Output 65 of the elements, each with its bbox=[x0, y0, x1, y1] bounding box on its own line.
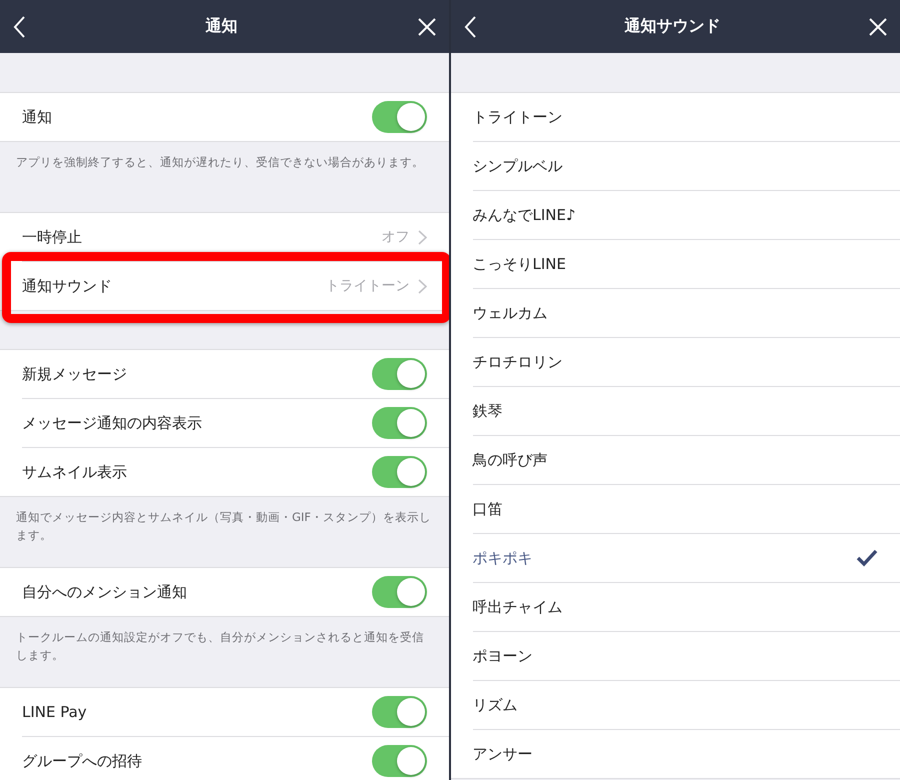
option-row[interactable]: アンサー bbox=[472, 730, 900, 778]
toggle-switch[interactable] bbox=[372, 576, 426, 608]
checkmark-icon bbox=[856, 549, 878, 567]
close-icon bbox=[868, 16, 888, 36]
option-row[interactable]: 口笛 bbox=[472, 485, 900, 534]
settings-row[interactable]: 一時停止 オフ bbox=[22, 213, 448, 262]
toggle-switch[interactable] bbox=[372, 358, 426, 390]
row-label: 鉄琴 bbox=[472, 402, 502, 420]
option-row[interactable]: 呼出チャイム bbox=[472, 583, 900, 632]
settings-row[interactable]: 通知サウンド トライトーン bbox=[22, 262, 448, 310]
option-row[interactable]: 鳥の呼び声 bbox=[472, 436, 900, 485]
row-label: アンサー bbox=[472, 744, 532, 764]
row-label: 新規メッセージ bbox=[22, 364, 127, 384]
row-label: LINE Pay bbox=[22, 703, 87, 721]
option-row[interactable]: こっそりLINE bbox=[472, 240, 900, 289]
option-row[interactable]: 鉄琴 bbox=[472, 387, 900, 436]
row-label: トライトーン bbox=[472, 108, 562, 126]
row-label: ポヨーン bbox=[472, 646, 532, 666]
chevron-icon bbox=[418, 278, 426, 294]
settings-row[interactable]: サムネイル表示 bbox=[22, 448, 448, 496]
footnote-text: トークルームの通知設定がオフでも、自分がメンションされると通知を受信します。 bbox=[15, 629, 425, 664]
row-label: 通知 bbox=[22, 108, 52, 126]
chevron-icon bbox=[418, 230, 426, 244]
option-row[interactable]: ポキポキ bbox=[472, 534, 900, 583]
option-row[interactable]: シンプルベル bbox=[472, 142, 900, 191]
row-label: シンプルベル bbox=[472, 156, 562, 176]
row-label: みんなでLINE♪ bbox=[472, 206, 576, 224]
option-row[interactable]: ポヨーン bbox=[472, 632, 900, 681]
row-label: ウェルカム bbox=[472, 304, 548, 322]
option-row[interactable]: チロチロリン bbox=[472, 338, 900, 387]
footnote-text: アプリを強制終了すると、通知が遅れたり、受信できない場合があります。 bbox=[15, 154, 425, 171]
row-label: メッセージ通知の内容表示 bbox=[22, 414, 202, 432]
row-label: グループへの招待 bbox=[22, 752, 142, 770]
back-icon bbox=[462, 14, 476, 38]
back-icon bbox=[12, 14, 26, 38]
row-label: リズム bbox=[472, 696, 518, 714]
row-label: 鳥の呼び声 bbox=[472, 450, 548, 470]
row-label: こっそりLINE bbox=[472, 254, 566, 274]
settings-row[interactable]: グループへの招待 bbox=[22, 737, 448, 780]
footnote-text: 通知でメッセージ内容とサムネイル（写真・動画・GIF・スタンプ）を表示します。 bbox=[15, 509, 432, 544]
row-label: 自分へのメンション通知 bbox=[22, 582, 187, 602]
toggle-switch[interactable] bbox=[372, 745, 426, 777]
row-value: トライトーン bbox=[326, 277, 410, 295]
option-row[interactable]: トライトーン bbox=[472, 93, 900, 142]
row-value: オフ bbox=[382, 228, 410, 246]
option-row[interactable]: ウェルカム bbox=[472, 289, 900, 338]
screen-title: 通知 bbox=[205, 16, 238, 37]
row-label: 呼出チャイム bbox=[472, 598, 562, 616]
row-label: 一時停止 bbox=[22, 228, 82, 246]
toggle-switch[interactable] bbox=[372, 407, 426, 439]
settings-row[interactable]: 新規メッセージ bbox=[22, 350, 448, 399]
toggle-switch[interactable] bbox=[372, 101, 426, 133]
option-row[interactable]: みんなでLINE♪ bbox=[472, 191, 900, 240]
settings-row[interactable]: LINE Pay bbox=[22, 688, 448, 737]
toggle-switch[interactable] bbox=[372, 696, 426, 728]
row-label: サムネイル表示 bbox=[22, 462, 127, 482]
row-label: 口笛 bbox=[472, 500, 502, 518]
screen-title: 通知サウンド bbox=[624, 16, 720, 37]
option-row[interactable]: リズム bbox=[472, 681, 900, 730]
row-label: ポキポキ bbox=[472, 548, 532, 568]
settings-row[interactable]: メッセージ通知の内容表示 bbox=[22, 399, 448, 448]
toggle-switch[interactable] bbox=[372, 456, 426, 488]
close-icon bbox=[416, 16, 436, 36]
row-label: チロチロリン bbox=[472, 352, 562, 372]
row-label: 通知サウンド bbox=[22, 276, 112, 296]
